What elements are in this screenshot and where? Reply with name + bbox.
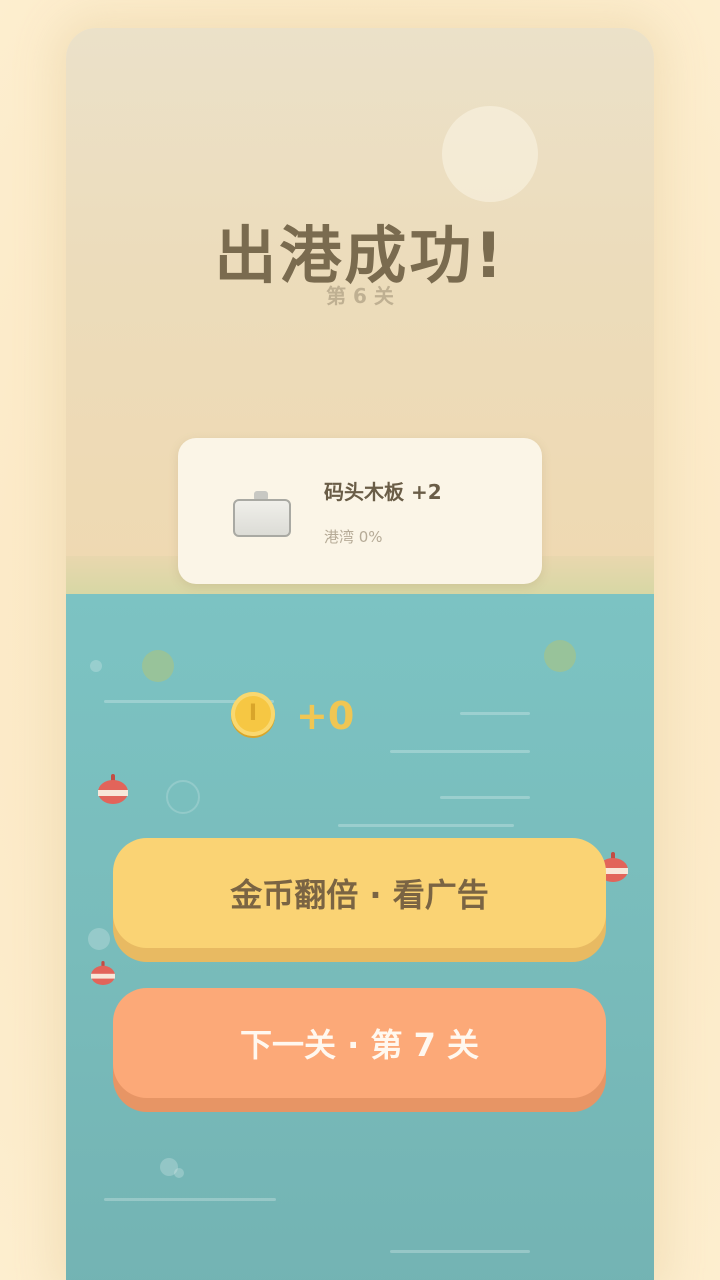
buoy [91,961,115,985]
next-level-button[interactable]: 下一关 · 第 7 关 [113,988,606,1098]
wave-line [440,796,530,799]
bubble [166,780,200,814]
coin-amount: +0 [296,694,355,738]
harbor-progress: 港湾 0% [324,528,383,546]
double-coins-ad-button[interactable]: 金币翻倍 · 看广告 [113,838,606,948]
buoy [98,774,128,804]
reward-card: 码头木板 +2 港湾 0% [178,438,542,584]
plank-icon [233,491,291,537]
bubble [88,928,110,950]
coin-icon: I [231,692,275,736]
wave-line [390,750,530,753]
lily-pad [142,650,174,682]
bubble [90,660,102,672]
level-label: 第 6 关 [326,284,394,308]
wave-line [104,1198,276,1201]
bubble [174,1168,184,1178]
wave-line [390,1250,530,1253]
wave-line [460,712,530,715]
wave-line [338,824,514,827]
reward-name: 码头木板 +2 [324,480,442,504]
lily-pad [544,640,576,672]
sun-decoration [442,106,538,202]
